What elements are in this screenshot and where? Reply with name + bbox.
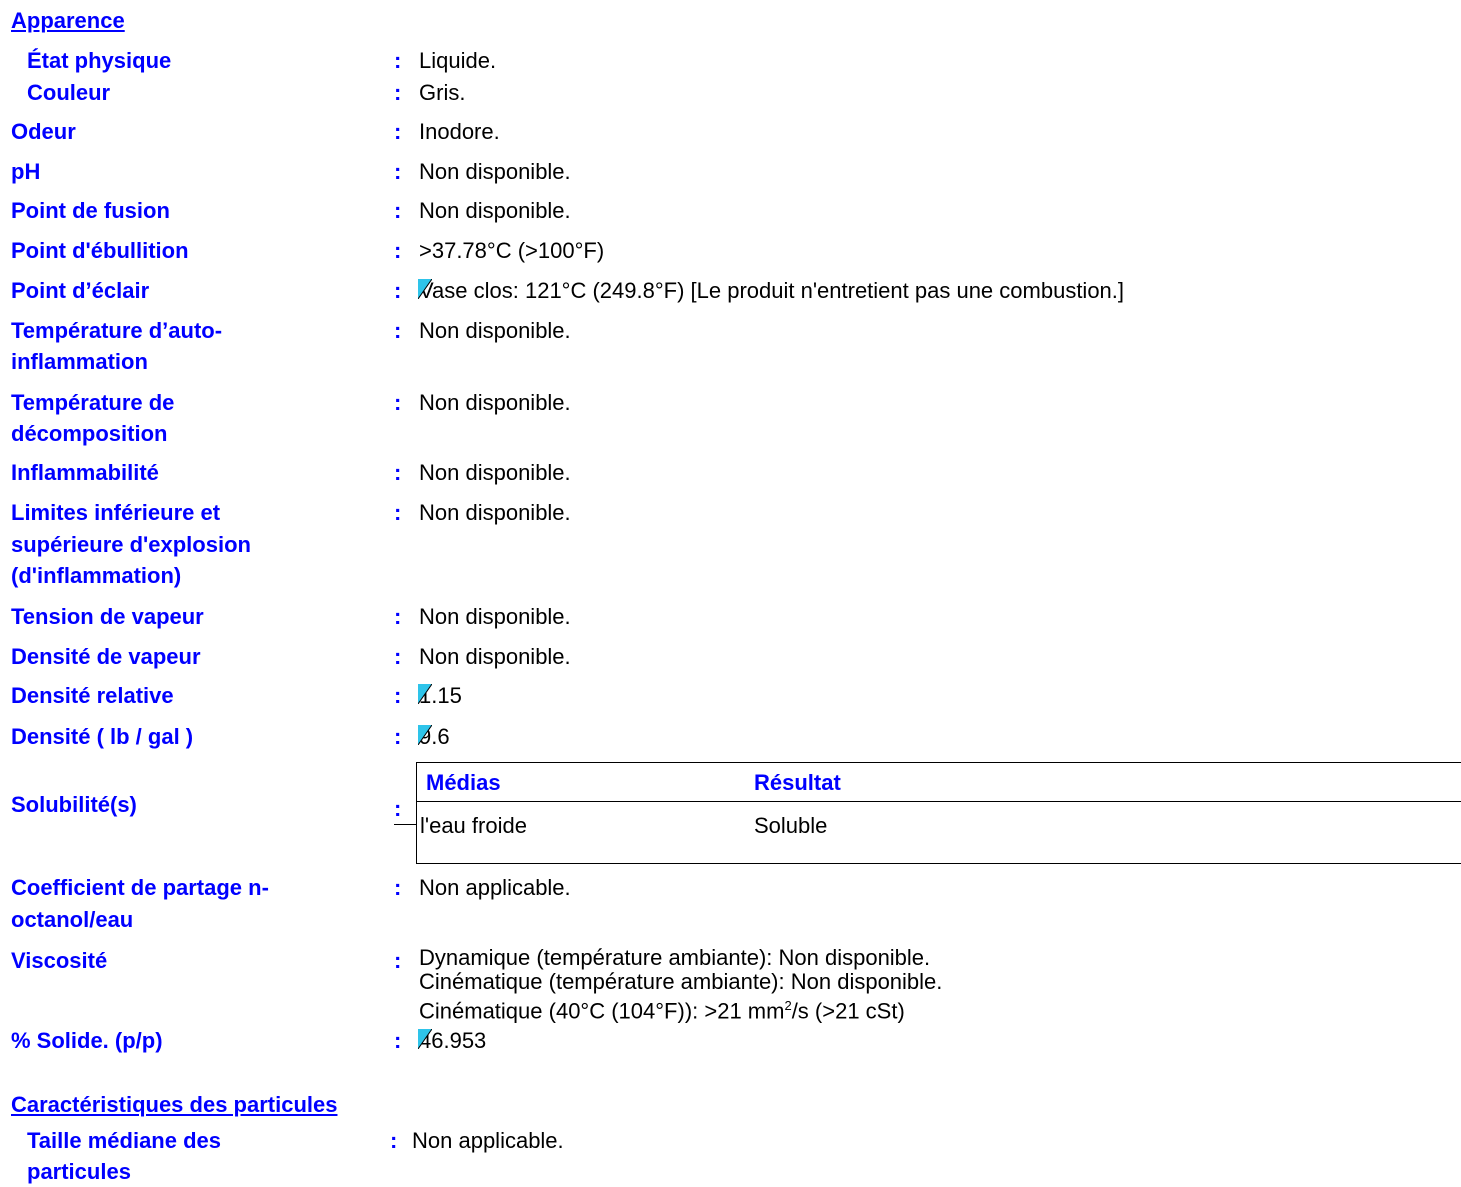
value-autoignition: Non disponible. [419,318,571,343]
label-vapor-density: Densité de vapeur [11,644,201,669]
colon: : [394,159,402,184]
value-decomposition: Non disponible. [419,390,571,415]
value-median-particle-size: Non applicable. [412,1128,564,1153]
label-autoignition-line1: Température d’auto- [11,318,223,343]
label-decomposition-line2: décomposition [11,421,168,446]
colon: : [394,683,402,708]
colon: : [394,948,402,973]
colon: : [394,875,402,900]
colon: : [394,318,402,343]
table-header-media: Médias [426,770,501,795]
value-vapor-pressure: Non disponible. [419,604,571,629]
label-partition-coefficient-line2: octanol/eau [11,907,134,932]
table-cell-media: l'eau froide [420,813,527,838]
label-explosion-limits-line3: (d'inflammation) [11,563,182,588]
label-flammability: Inflammabilité [11,460,159,485]
label-physical-state: État physique [27,48,172,73]
label-viscosity: Viscosité [11,948,108,973]
colon: : [394,604,402,629]
colon: : [394,796,402,821]
value-physical-state: Liquide. [419,48,497,73]
colon: : [394,198,402,223]
table-cell-result: Soluble [754,813,828,838]
label-odor: Odeur [11,119,76,144]
value-ph: Non disponible. [419,159,571,184]
table-header-result: Résultat [754,770,841,795]
colon: : [394,390,402,415]
value-viscosity-line2: Cinématique (température ambiante): Non … [419,969,943,994]
label-median-particle-size-line1: Taille médiane des [27,1128,222,1153]
colon: : [394,80,402,105]
value-explosion-limits: Non disponible. [419,500,571,525]
value-odor: Inodore. [419,119,500,144]
label-density-lb-gal: Densité ( lb / gal ) [11,724,194,749]
solubility-connector-line [394,824,416,825]
table-header-divider [417,801,1461,802]
label-ph: pH [11,159,41,184]
value-flash-point: Vase clos: 121°C (249.8°F) [Le produit n… [419,278,1125,303]
value-partition-coefficient: Non applicable. [419,875,571,900]
colon: : [394,48,402,73]
colon: : [394,278,402,303]
colon: : [394,119,402,144]
label-vapor-pressure: Tension de vapeur [11,604,204,629]
label-explosion-limits-line2: supérieure d'explosion [11,532,251,557]
label-decomposition-line1: Température de [11,390,175,415]
value-color: Gris. [419,80,466,105]
value-boiling-point: >37.78°C (>100°F) [419,238,605,263]
label-solubility: Solubilité(s) [11,792,137,817]
label-median-particle-size-line2: particules [27,1159,131,1184]
value-flammability: Non disponible. [419,460,571,485]
colon: : [394,460,402,485]
label-explosion-limits-line1: Limites inférieure et [11,500,221,525]
value-viscosity-line3: Cinématique (40°C (104°F)): >21 mm2/s (>… [419,998,905,1024]
label-boiling-point: Point d'ébullition [11,238,189,263]
label-solid-percent: % Solide. (p/p) [11,1028,163,1053]
colon: : [394,644,402,669]
label-flash-point: Point d’éclair [11,278,150,303]
label-melting-point: Point de fusion [11,198,170,223]
colon: : [394,1028,402,1053]
label-partition-coefficient-line1: Coefficient de partage n- [11,875,269,900]
colon: : [394,724,402,749]
value-vapor-density: Non disponible. [419,644,571,669]
section-title-particles: Caractéristiques des particules [11,1092,338,1117]
label-color: Couleur [27,80,111,105]
solubility-table: Médias Résultat l'eau froide Soluble [416,762,1461,864]
label-relative-density: Densité relative [11,683,174,708]
colon: : [394,500,402,525]
label-autoignition-line2: inflammation [11,349,148,374]
section-title-appearance: Apparence [11,8,125,33]
colon: : [394,238,402,263]
value-melting-point: Non disponible. [419,198,571,223]
colon: : [390,1128,398,1153]
value-viscosity-line1: Dynamique (température ambiante): Non di… [419,945,931,970]
